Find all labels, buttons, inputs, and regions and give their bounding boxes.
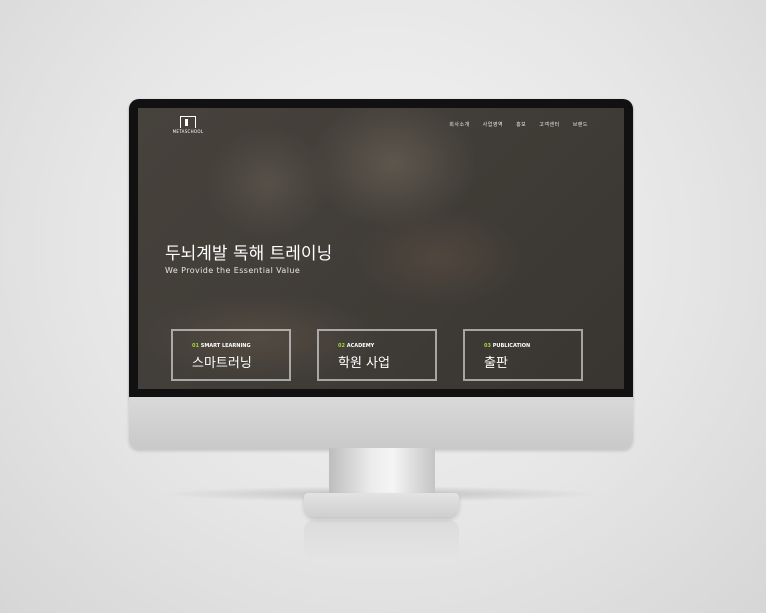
website-screen: METASCHOOL 회사소개 사업영역 홍보 고객센터 브랜드 두뇌계발 독해… <box>138 108 624 389</box>
card-label: 03 PUBLICATION <box>484 343 531 349</box>
card-publication[interactable]: 03 PUBLICATION 출판 <box>463 329 583 381</box>
monitor-stand-base <box>304 493 459 517</box>
monitor-stand-neck <box>329 448 435 496</box>
hero-subtitle: We Provide the Essential Value <box>165 266 301 275</box>
main-nav: 회사소개 사업영역 홍보 고객센터 브랜드 <box>449 121 588 128</box>
card-title: 학원 사업 <box>338 356 390 371</box>
card-smart-learning[interactable]: 01 SMART LEARNING 스마트러닝 <box>171 329 291 381</box>
logo[interactable]: METASCHOOL <box>168 116 208 134</box>
monitor-chin <box>129 397 633 449</box>
logo-text: METASCHOOL <box>172 129 204 134</box>
card-label: 02 ACADEMY <box>338 343 375 349</box>
nav-item-support[interactable]: 고객센터 <box>539 121 559 128</box>
card-title: 스마트러닝 <box>192 356 252 371</box>
stand-reflection <box>304 520 459 560</box>
monitor-bezel: METASCHOOL 회사소개 사업영역 홍보 고객센터 브랜드 두뇌계발 독해… <box>129 99 633 399</box>
card-academy[interactable]: 02 ACADEMY 학원 사업 <box>317 329 437 381</box>
card-title: 출판 <box>484 356 508 371</box>
hero-title: 두뇌계발 독해 트레이닝 <box>165 244 333 264</box>
nav-item-business[interactable]: 사업영역 <box>483 121 503 128</box>
nav-item-promotion[interactable]: 홍보 <box>516 121 526 128</box>
monitor: METASCHOOL 회사소개 사업영역 홍보 고객센터 브랜드 두뇌계발 독해… <box>129 99 633 449</box>
nav-item-brand[interactable]: 브랜드 <box>573 121 588 128</box>
nav-item-about[interactable]: 회사소개 <box>449 121 469 128</box>
card-label: 01 SMART LEARNING <box>192 343 251 349</box>
logo-icon <box>180 116 196 128</box>
page: { "logo": {"text": "METASCHOOL"}, "nav":… <box>0 0 766 613</box>
